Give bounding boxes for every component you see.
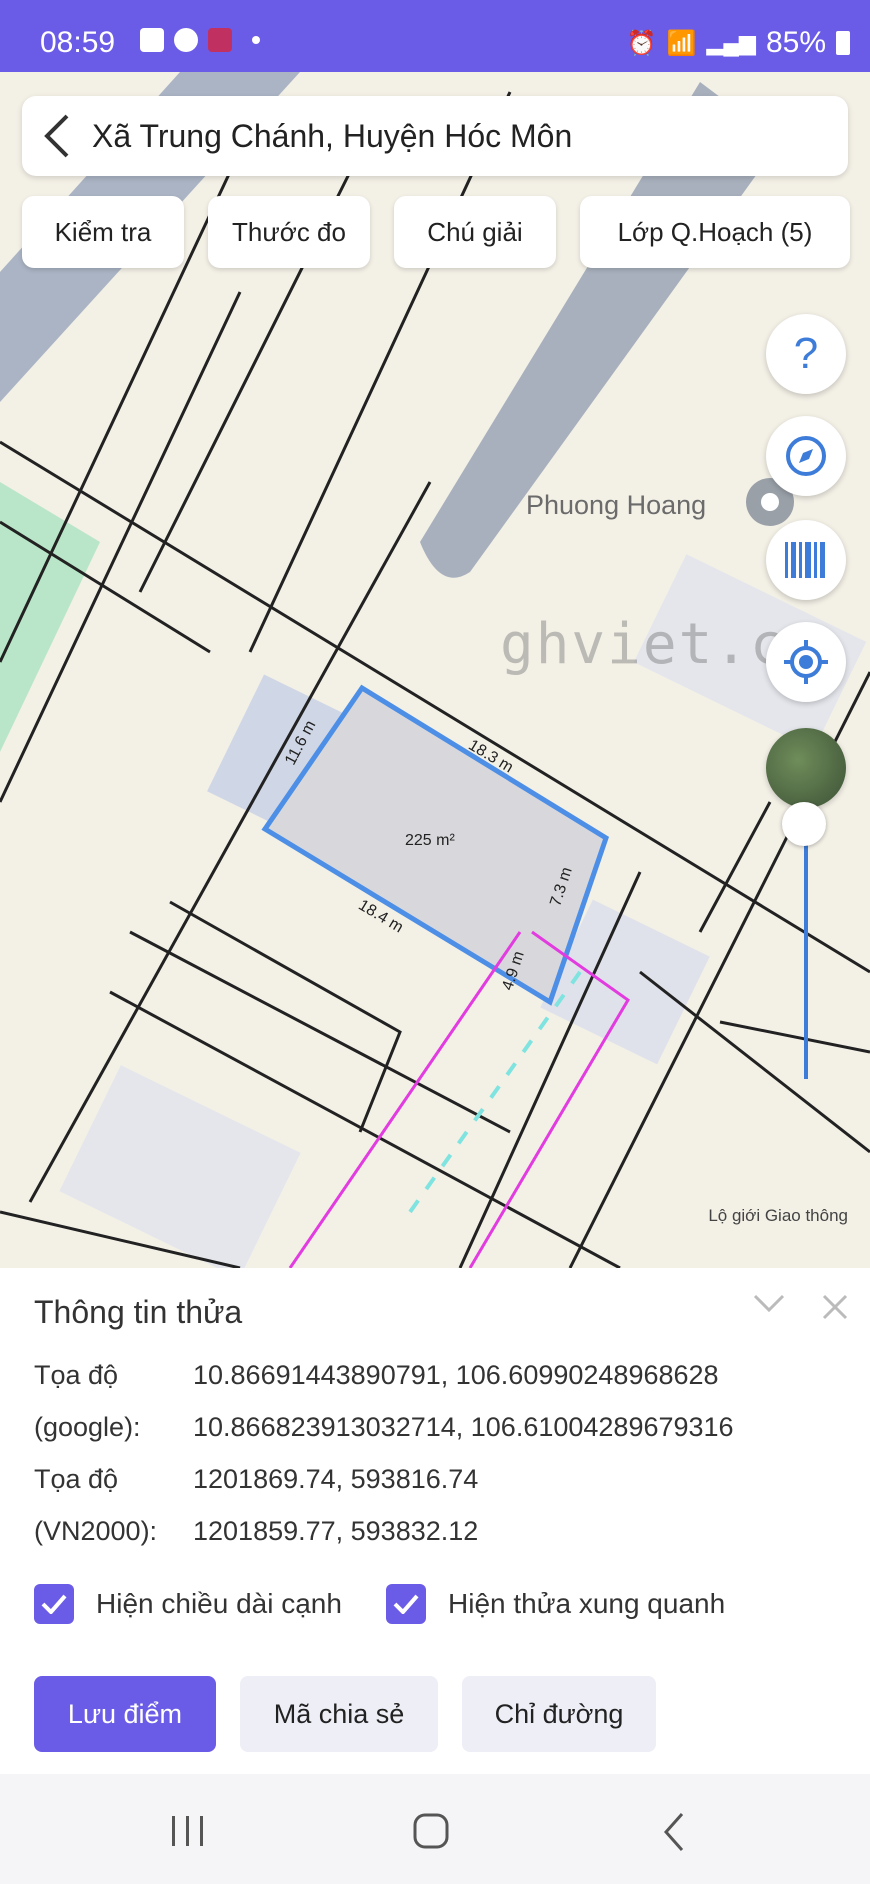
- check-button[interactable]: Kiểm tra: [22, 196, 184, 268]
- check-icon: [41, 1594, 67, 1614]
- clock: 08:59: [40, 26, 116, 59]
- map-attribution: Lộ giới Giao thông: [708, 1206, 848, 1225]
- save-point-button[interactable]: Lưu điểm: [34, 1676, 216, 1752]
- compass-button[interactable]: [766, 416, 846, 496]
- status-bar: 08:59 ⏰ 📶 ▂▄▆ 85%: [0, 0, 870, 72]
- barcode-icon: [785, 542, 825, 578]
- back-nav-icon[interactable]: [662, 1812, 686, 1857]
- signal-icon: ▂▄▆: [706, 30, 756, 55]
- map-watermark: ghviet.c: [500, 612, 786, 677]
- coord-value: 10.86691443890791, 106.60990248968628: [193, 1360, 719, 1390]
- coord-value: 1201869.74, 593816.74: [193, 1464, 479, 1494]
- chevron-down-icon[interactable]: [752, 1292, 786, 1321]
- directions-button[interactable]: Chỉ đường: [462, 1676, 656, 1752]
- wifi-icon: 📶: [666, 29, 697, 57]
- help-button[interactable]: ?: [766, 314, 846, 394]
- app-notification-icon: [208, 28, 232, 52]
- coord-label: Tọa độ: [34, 1464, 119, 1494]
- location-title: Xã Trung Chánh, Huyện Hóc Môn: [92, 117, 573, 154]
- map-toolbar: Kiểm tra Thước đo Chú giải Lớp Q.Hoạch (…: [22, 196, 850, 268]
- coord-label: (VN2000):: [34, 1516, 158, 1546]
- satellite-layer-button[interactable]: [766, 728, 846, 808]
- measure-button[interactable]: Thước đo: [208, 196, 370, 268]
- check-icon: [393, 1594, 419, 1614]
- show-neighbor-parcels-checkbox[interactable]: [386, 1584, 426, 1624]
- coord-label: Tọa độ: [34, 1360, 119, 1390]
- my-location-button[interactable]: [766, 622, 846, 702]
- coord-value: 1201859.77, 593832.12: [193, 1516, 479, 1546]
- location-bar[interactable]: Xã Trung Chánh, Huyện Hóc Môn: [22, 96, 848, 176]
- show-neighbor-parcels-label[interactable]: Hiện thửa xung quanh: [448, 1588, 725, 1620]
- show-edge-length-label[interactable]: Hiện chiều dài cạnh: [96, 1588, 342, 1620]
- crosshair-icon: [784, 640, 828, 684]
- recent-apps-icon[interactable]: [170, 1814, 206, 1853]
- help-icon: ?: [793, 329, 819, 378]
- planning-boundary: [288, 931, 522, 1268]
- battery-level: 85%: [765, 26, 826, 59]
- barcode-button[interactable]: [766, 520, 846, 600]
- close-icon[interactable]: [820, 1292, 850, 1327]
- compass-icon: [786, 436, 826, 476]
- legend-button[interactable]: Chú giải: [394, 196, 556, 268]
- facebook-icon: [174, 28, 198, 52]
- place-label: Phuong Hoang: [526, 490, 707, 520]
- battery-icon: [836, 31, 850, 55]
- building: [59, 1065, 301, 1268]
- planning-layers-button[interactable]: Lớp Q.Hoạch (5): [580, 196, 850, 268]
- panel-title: Thông tin thửa: [34, 1294, 243, 1330]
- park-area: [0, 482, 100, 752]
- opacity-slider-track[interactable]: [804, 824, 808, 1079]
- back-icon[interactable]: [22, 96, 92, 176]
- system-nav-bar: [0, 1774, 870, 1884]
- more-notifications-icon: [252, 36, 260, 44]
- show-edge-length-checkbox[interactable]: [34, 1584, 74, 1624]
- home-icon[interactable]: [412, 1812, 450, 1855]
- coord-value: 10.866823913032714, 106.61004289679316: [193, 1412, 734, 1442]
- area-label: 225 m²: [405, 832, 455, 849]
- share-code-button[interactable]: Mã chia sẻ: [240, 1676, 438, 1752]
- alarm-icon: ⏰: [626, 29, 657, 57]
- opacity-slider-handle[interactable]: [782, 802, 826, 846]
- parcel-info-panel: Thông tin thửa Tọa độ 10.86691443890791,…: [0, 1268, 870, 1774]
- gallery-icon: [140, 28, 164, 52]
- coord-label: (google):: [34, 1412, 141, 1442]
